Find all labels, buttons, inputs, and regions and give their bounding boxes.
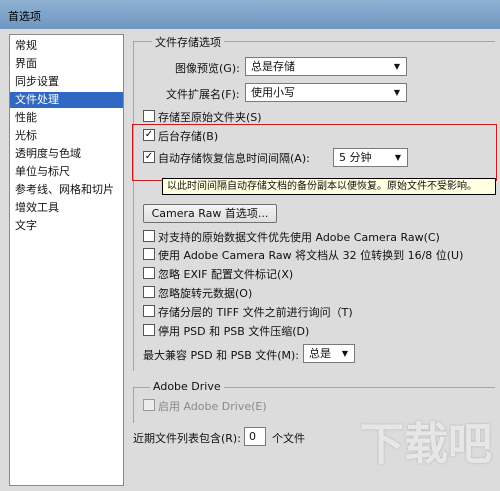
group-border-left — [133, 41, 134, 371]
enable-adobe-drive-checkbox[interactable] — [143, 399, 155, 411]
sidebar-item-interface[interactable]: 界面 — [10, 56, 123, 72]
sidebar-item-cursors[interactable]: 光标 — [10, 128, 123, 144]
ask-tiff-layers-checkbox[interactable] — [143, 305, 155, 317]
check-icon: ✓ — [144, 151, 154, 162]
ignore-exif-checkbox[interactable] — [143, 267, 155, 279]
dropdown-arrow-icon: ▼ — [341, 349, 348, 358]
ignore-rotation-checkbox[interactable] — [143, 286, 155, 298]
save-original-folder-checkbox[interactable] — [143, 110, 155, 122]
auto-recover-interval-select[interactable]: 5 分钟 ▼ — [333, 148, 408, 167]
sidebar-item-performance[interactable]: 性能 — [10, 110, 123, 126]
convert-32bit-checkbox[interactable] — [143, 248, 155, 260]
save-original-folder-label: 存储至原始文件夹(S) — [158, 111, 262, 124]
disable-compression-label: 停用 PSD 和 PSB 文件压缩(D) — [158, 325, 310, 338]
max-compat-value: 总是 — [309, 347, 331, 360]
check-icon: ✓ — [144, 129, 154, 140]
image-preview-label: 图像预览(G): — [175, 62, 240, 75]
sidebar: 常规 界面 同步设置 文件处理 性能 光标 透明度与色域 单位与标尺 参考线、网… — [9, 34, 124, 486]
dropdown-arrow-icon: ▼ — [393, 88, 400, 97]
window-title: 首选项 — [8, 10, 41, 23]
tooltip: 以此时间间隔自动存储文档的备份副本以便恢复。原始文件不受影响。 — [162, 178, 496, 195]
sidebar-item-sync-settings[interactable]: 同步设置 — [10, 74, 123, 90]
camera-raw-preferences-button[interactable]: Camera Raw 首选项... — [143, 204, 277, 223]
sidebar-item-transparency[interactable]: 透明度与色域 — [10, 146, 123, 162]
sidebar-item-plugins[interactable]: 增效工具 — [10, 200, 123, 216]
image-preview-value: 总是存储 — [251, 60, 295, 73]
drive-group-border-left — [133, 387, 134, 423]
enable-adobe-drive-label: 启用 Adobe Drive(E) — [158, 400, 267, 413]
ask-tiff-layers-label: 存储分层的 TIFF 文件之前进行询问（T) — [158, 306, 353, 319]
auto-recover-checkbox[interactable]: ✓ — [143, 151, 155, 163]
title-bar: 首选项 — [0, 0, 500, 29]
watermark: 下载吧 — [360, 419, 492, 470]
max-compat-label: 最大兼容 PSD 和 PSB 文件(M): — [143, 349, 300, 362]
dropdown-arrow-icon: ▼ — [394, 153, 401, 162]
prefer-camera-raw-label: 对支持的原始数据文件优先使用 Adobe Camera Raw(C) — [158, 231, 440, 244]
recent-files-count-input[interactable]: 0 — [244, 427, 266, 446]
disable-compression-checkbox[interactable] — [143, 324, 155, 336]
background-save-checkbox[interactable]: ✓ — [143, 129, 155, 141]
dropdown-arrow-icon: ▼ — [393, 62, 400, 71]
sidebar-item-general[interactable]: 常规 — [10, 38, 123, 54]
ignore-rotation-label: 忽略旋转元数据(O) — [158, 287, 253, 300]
auto-recover-label: 自动存储恢复信息时间间隔(A): — [158, 152, 310, 165]
background-save-label: 后台存储(B) — [158, 130, 219, 143]
recent-files-label: 近期文件列表包含(R): — [133, 432, 241, 445]
convert-32bit-label: 使用 Adobe Camera Raw 将文档从 32 位转换到 16/8 位(… — [158, 249, 464, 262]
image-preview-select[interactable]: 总是存储 ▼ — [245, 57, 407, 76]
sidebar-item-file-handling[interactable]: 文件处理 — [10, 92, 123, 108]
ext-value: 使用小写 — [251, 86, 295, 99]
adobe-drive-group-title: Adobe Drive — [150, 380, 224, 393]
ignore-exif-label: 忽略 EXIF 配置文件标记(X) — [158, 268, 294, 281]
ext-label: 文件扩展名(F): — [166, 88, 240, 101]
sidebar-item-type[interactable]: 文字 — [10, 218, 123, 234]
ext-select[interactable]: 使用小写 ▼ — [245, 83, 407, 102]
max-compat-select[interactable]: 总是 ▼ — [303, 344, 355, 363]
auto-recover-interval-value: 5 分钟 — [339, 151, 372, 164]
sidebar-item-units-rulers[interactable]: 单位与标尺 — [10, 164, 123, 180]
recent-files-suffix: 个文件 — [272, 432, 305, 445]
prefer-camera-raw-checkbox[interactable] — [143, 230, 155, 242]
sidebar-item-guides-grid[interactable]: 参考线、网格和切片 — [10, 182, 123, 198]
file-save-group-title: 文件存储选项 — [152, 34, 224, 50]
